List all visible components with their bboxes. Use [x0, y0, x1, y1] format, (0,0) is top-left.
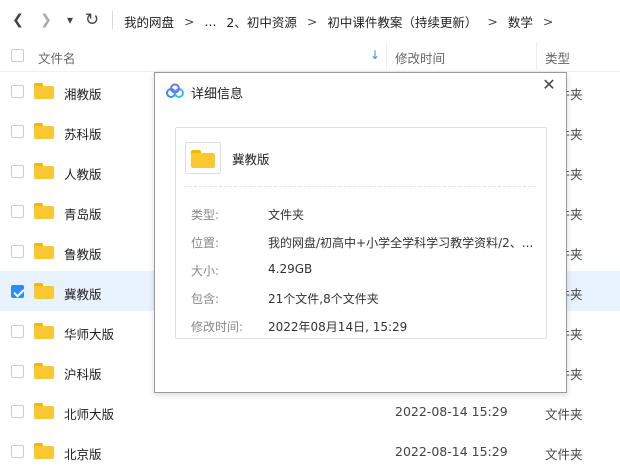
column-header-name[interactable]: 文件名: [38, 48, 76, 67]
row-checkbox[interactable]: [11, 205, 24, 218]
detail-value-modified: 2022年08月14日, 15:29: [268, 320, 408, 334]
detail-value-contains: 21个文件,8个文件夹: [268, 292, 379, 306]
detail-file-name: 冀教版: [232, 152, 270, 167]
folder-icon: [34, 403, 54, 419]
detail-value-size: 4.29GB: [268, 262, 313, 276]
folder-icon: [34, 243, 54, 259]
file-name[interactable]: 青岛版: [64, 204, 102, 223]
table-row[interactable]: 北师大版 2022-08-14 15:29 文件夹: [0, 391, 620, 431]
row-checkbox[interactable]: [11, 85, 24, 98]
history-dropdown-button[interactable]: ▾: [64, 10, 76, 30]
breadcrumb-separator: >: [487, 14, 498, 29]
column-divider[interactable]: [536, 42, 537, 70]
nav-divider: [112, 11, 113, 29]
breadcrumb-item-math[interactable]: 数学: [508, 12, 533, 31]
file-type: 文件夹: [545, 407, 583, 422]
row-checkbox[interactable]: [11, 365, 24, 378]
row-checkbox[interactable]: [11, 445, 24, 458]
folder-icon: [34, 203, 54, 219]
breadcrumb-separator: >: [542, 14, 554, 29]
row-checkbox[interactable]: [11, 325, 24, 338]
details-card: 冀教版 类型: 文件夹 位置: 我的网盘/初高中+小学全学科学习教学资料/2、.…: [175, 127, 547, 339]
row-checkbox-checked[interactable]: [11, 285, 24, 298]
row-checkbox[interactable]: [11, 405, 24, 418]
refresh-icon: ↻: [84, 10, 100, 30]
file-name[interactable]: 湘教版: [64, 84, 102, 103]
folder-icon: [34, 363, 54, 379]
file-name[interactable]: 北师大版: [64, 404, 114, 423]
file-modified-time: 2022-08-14 15:29: [395, 404, 508, 419]
forward-icon: ❯: [40, 12, 52, 28]
select-all-checkbox[interactable]: [11, 49, 24, 62]
detail-label-size: 大小:: [191, 264, 220, 278]
column-header-modified[interactable]: 修改时间: [395, 48, 445, 67]
breadcrumb-separator: >: [184, 14, 195, 29]
table-header: 文件名 修改时间 类型: [0, 40, 620, 72]
column-divider[interactable]: [386, 42, 387, 70]
file-name[interactable]: 冀教版: [64, 284, 102, 303]
breadcrumb-item-junior-resources[interactable]: 2、初中资源: [226, 12, 296, 31]
detail-label-modified: 修改时间:: [191, 320, 244, 334]
sort-desc-icon[interactable]: ↓: [370, 48, 380, 62]
detail-label-type: 类型:: [191, 208, 220, 222]
file-name[interactable]: 沪科版: [64, 364, 102, 383]
folder-icon: [34, 163, 54, 179]
row-checkbox[interactable]: [11, 165, 24, 178]
cloud-logo-icon: [166, 83, 184, 98]
folder-icon: [185, 142, 221, 174]
folder-icon: [34, 323, 54, 339]
column-header-type[interactable]: 类型: [545, 48, 570, 67]
close-button[interactable]: ✕: [541, 77, 557, 93]
back-icon: ❮: [12, 12, 24, 28]
detail-value-location[interactable]: 我的网盘/初高中+小学全学科学习教学资料/2、...: [268, 234, 538, 251]
file-name[interactable]: 华师大版: [64, 324, 114, 343]
row-checkbox[interactable]: [11, 125, 24, 138]
divider: [184, 186, 536, 187]
chevron-down-icon: ▾: [66, 13, 74, 27]
folder-icon: [34, 443, 54, 459]
breadcrumb-separator: >: [306, 14, 318, 29]
dialog-title: 详细信息: [191, 87, 244, 102]
detail-value-type: 文件夹: [268, 208, 305, 222]
breadcrumb-item-my-disk[interactable]: 我的网盘: [124, 12, 174, 31]
detail-label-contains: 包含:: [191, 292, 220, 306]
row-checkbox[interactable]: [11, 245, 24, 258]
folder-icon: [34, 123, 54, 139]
breadcrumb: 我的网盘 > ... 2、初中资源 > 初中课件教案（持续更新） > 数学 >: [124, 12, 563, 31]
file-name[interactable]: 鲁教版: [64, 244, 102, 263]
file-name[interactable]: 人教版: [64, 164, 102, 183]
navigation-bar: ❮ ❯ ▾ ↻ 我的网盘 > ... 2、初中资源 > 初中课件教案（持续更新）…: [0, 0, 620, 40]
folder-icon: [34, 283, 54, 299]
refresh-button[interactable]: ↻: [82, 10, 102, 30]
forward-button[interactable]: ❯: [38, 10, 54, 30]
details-dialog: 详细信息 ✕ 冀教版 类型: 文件夹 位置: 我的网盘/初高中+小学全学科学习教…: [154, 72, 567, 393]
file-type: 文件夹: [545, 447, 583, 462]
detail-label-location: 位置:: [191, 236, 220, 250]
folder-icon: [34, 83, 54, 99]
table-row[interactable]: 北京版 2022-08-14 15:29 文件夹: [0, 431, 620, 469]
file-name[interactable]: 北京版: [64, 444, 102, 463]
breadcrumb-item-courseware[interactable]: 初中课件教案（持续更新）: [327, 12, 477, 31]
breadcrumb-item-ellipsis[interactable]: ...: [205, 14, 217, 29]
back-button[interactable]: ❮: [10, 10, 26, 30]
file-modified-time: 2022-08-14 15:29: [395, 444, 508, 459]
file-name[interactable]: 苏科版: [64, 124, 102, 143]
